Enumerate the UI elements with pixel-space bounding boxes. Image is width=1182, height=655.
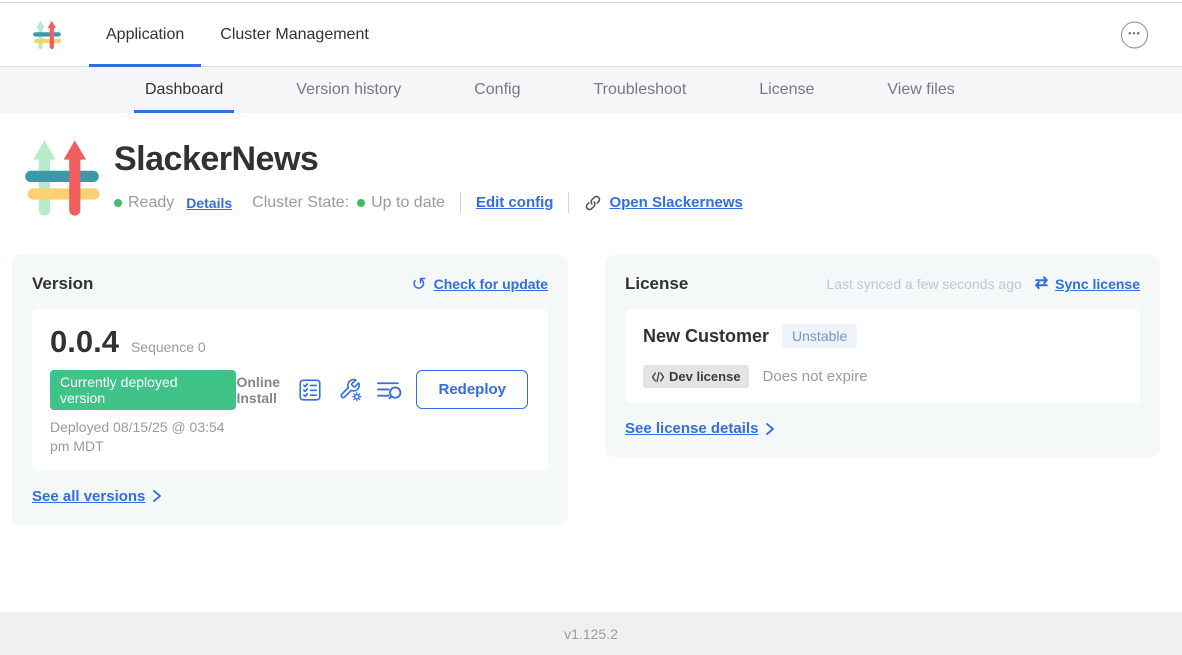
config-wrench-icon[interactable] — [336, 376, 363, 403]
check-for-update-link[interactable]: ↺ Check for update — [412, 275, 548, 293]
subnav-label: Version history — [296, 81, 401, 99]
console-version: v1.125.2 — [564, 626, 618, 642]
chevron-right-icon — [152, 489, 162, 503]
last-synced-text: Last synced a few seconds ago — [826, 276, 1021, 292]
channel-badge: Unstable — [782, 324, 857, 348]
preflight-checks-icon[interactable] — [296, 376, 323, 403]
subnav-label: Dashboard — [145, 81, 223, 99]
ellipsis-icon: ••• — [1128, 30, 1140, 40]
console-footer: v1.125.2 — [0, 612, 1182, 655]
subnav-label: View files — [887, 81, 954, 99]
refresh-icon: ↺ — [412, 275, 427, 293]
subnav-label: License — [759, 81, 814, 99]
app-head: SlackerNews Ready Details Cluster State:… — [0, 132, 1182, 224]
sync-license-link[interactable]: ⇄ Sync license — [1035, 276, 1140, 292]
edit-config-link[interactable]: Edit config — [476, 194, 554, 211]
license-card: License Last synced a few seconds ago ⇄ … — [605, 255, 1160, 457]
main-content: SlackerNews Ready Details Cluster State:… — [0, 113, 1182, 525]
sequence-label: Sequence 0 — [131, 339, 206, 355]
top-header: Application Cluster Management ••• — [0, 3, 1182, 66]
app-status-row: Ready Details Cluster State: Up to date … — [114, 192, 743, 213]
subnav-item-config[interactable]: Config — [463, 67, 531, 113]
details-link[interactable]: Details — [186, 195, 232, 211]
cluster-state-label: Cluster State: — [252, 194, 349, 212]
install-type-label: Online Install — [236, 374, 283, 406]
deployed-status-badge: Currently deployed version — [50, 370, 236, 410]
see-all-versions-label: See all versions — [32, 488, 145, 505]
subnav-item-version-history[interactable]: Version history — [285, 67, 412, 113]
open-app-link[interactable]: Open Slackernews — [584, 194, 742, 212]
app-status-dot — [114, 199, 122, 207]
license-type-label: Dev license — [669, 369, 741, 384]
slackernews-app-icon — [22, 132, 102, 224]
cluster-state-value: Up to date — [371, 194, 445, 212]
version-number: 0.0.4 — [50, 324, 119, 360]
subnav-item-view-files[interactable]: View files — [876, 67, 965, 113]
slackernews-logo-icon — [32, 18, 62, 52]
see-license-details-link[interactable]: See license details — [625, 420, 775, 437]
version-card-title: Version — [32, 274, 93, 294]
page-title: SlackerNews — [114, 140, 743, 179]
tab-application[interactable]: Application — [89, 3, 201, 66]
app-status-text: Ready — [128, 194, 174, 212]
link-icon — [584, 194, 602, 212]
sync-license-label: Sync license — [1055, 276, 1140, 292]
see-all-versions-link[interactable]: See all versions — [32, 488, 162, 505]
see-license-details-label: See license details — [625, 420, 758, 437]
subnav-item-license[interactable]: License — [748, 67, 825, 113]
redeploy-button[interactable]: Redeploy — [416, 370, 528, 409]
header-tabs: Application Cluster Management — [89, 3, 386, 66]
edit-config-label: Edit config — [476, 194, 554, 211]
tab-application-label: Application — [106, 26, 184, 44]
license-expiration: Does not expire — [763, 368, 868, 385]
dashboard-cards: Version ↺ Check for update 0.0.4 Sequenc… — [12, 255, 1160, 525]
deploy-logs-icon[interactable] — [376, 376, 403, 403]
tab-cluster-management-label: Cluster Management — [220, 26, 369, 44]
app-subnav: Dashboard Version history Config Trouble… — [0, 66, 1182, 113]
subnav-label: Troubleshoot — [593, 81, 686, 99]
subnav-item-troubleshoot[interactable]: Troubleshoot — [582, 67, 697, 113]
current-version-panel: 0.0.4 Sequence 0 Currently deployed vers… — [32, 309, 548, 471]
code-icon — [651, 371, 665, 383]
chevron-right-icon — [765, 422, 775, 436]
deployed-timestamp: Deployed 08/15/25 @ 03:54 pm MDT — [50, 418, 236, 456]
sync-icon: ⇄ — [1035, 276, 1048, 292]
version-card: Version ↺ Check for update 0.0.4 Sequenc… — [12, 255, 568, 525]
license-card-title: License — [625, 274, 688, 294]
tab-cluster-management[interactable]: Cluster Management — [203, 3, 386, 66]
more-options-button[interactable]: ••• — [1121, 21, 1148, 48]
divider — [568, 192, 569, 213]
customer-name: New Customer — [643, 326, 769, 347]
divider — [460, 192, 461, 213]
license-details-panel: New Customer Unstable Dev license Does n… — [625, 309, 1140, 403]
license-type-badge: Dev license — [643, 365, 749, 388]
subnav-label: Config — [474, 81, 520, 99]
cluster-state-dot — [357, 199, 365, 207]
subnav-item-dashboard[interactable]: Dashboard — [134, 67, 234, 113]
open-app-label: Open Slackernews — [609, 194, 742, 211]
check-for-update-label: Check for update — [434, 276, 548, 292]
